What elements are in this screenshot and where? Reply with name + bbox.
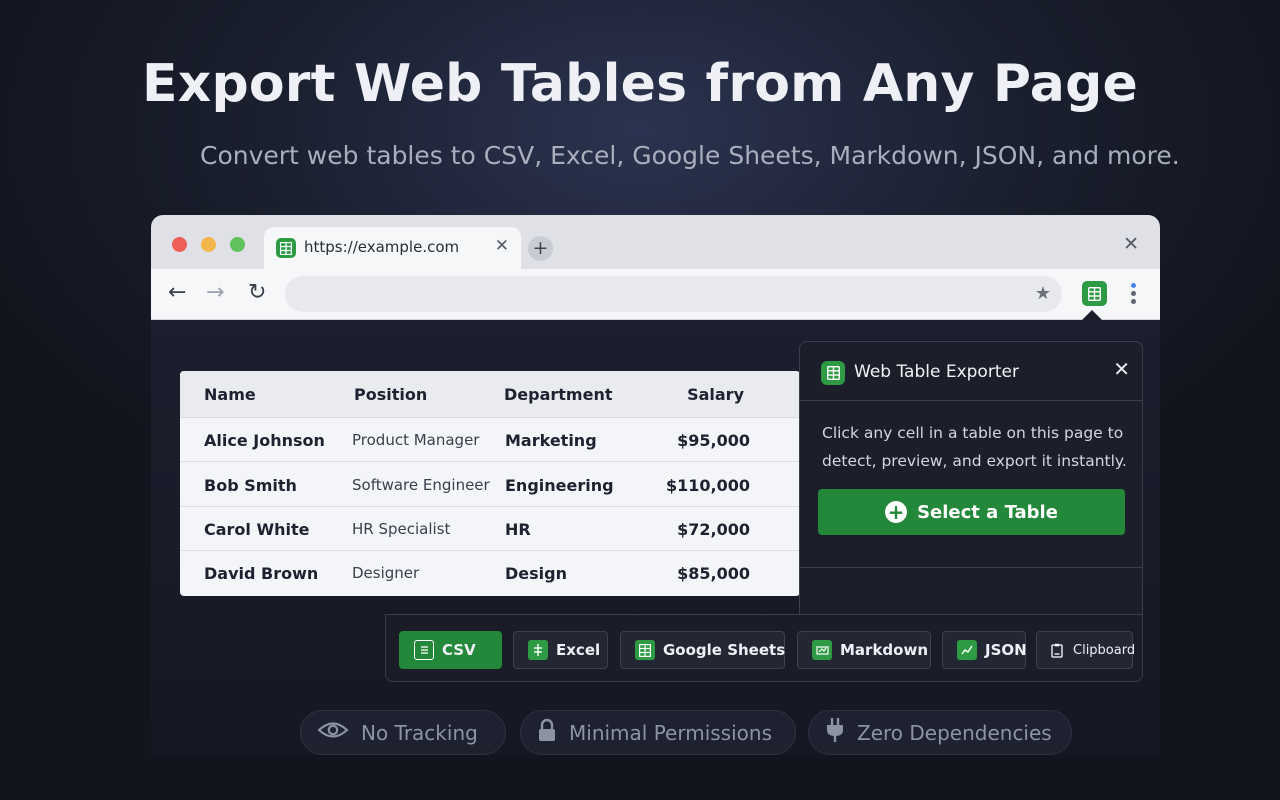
cell-position[interactable]: HR Specialist — [352, 520, 450, 538]
window-close-icon[interactable]: ✕ — [1123, 233, 1139, 255]
cell-name[interactable]: Bob Smith — [204, 476, 297, 495]
excel-label: Excel — [556, 641, 601, 659]
table-row: Carol White HR Specialist HR $72,000 — [180, 507, 800, 551]
popup-caret — [1080, 310, 1104, 322]
feature-pill-zero-dependencies: Zero Dependencies — [808, 710, 1072, 755]
csv-button[interactable]: CSV — [399, 631, 502, 669]
minimal-permissions-label: Minimal Permissions — [569, 720, 772, 745]
cell-department[interactable]: Engineering — [505, 476, 614, 495]
cell-department[interactable]: Design — [505, 564, 567, 583]
popup-description: Click any cell in a table on this page t… — [822, 424, 1127, 470]
table-row: Bob Smith Software Engineer Engineering … — [180, 463, 800, 507]
feature-pill-no-tracking: No Tracking — [300, 710, 506, 755]
cell-salary[interactable]: $85,000 — [677, 564, 750, 583]
clipboard-label: Clipboard — [1073, 642, 1136, 658]
popup-header: Web Table Exporter ✕ — [800, 342, 1142, 401]
google-sheets-button[interactable]: Google Sheets — [620, 631, 785, 669]
browser-tab[interactable]: https://example.com ✕ — [264, 227, 521, 269]
json-button[interactable]: JSON — [942, 631, 1027, 669]
cell-salary[interactable]: $72,000 — [677, 520, 750, 539]
cell-position[interactable]: Software Engineer — [352, 476, 490, 494]
extension-table-icon[interactable] — [1082, 281, 1107, 306]
plus-circle-icon: + — [885, 501, 908, 523]
markdown-button[interactable]: Markdown — [797, 631, 931, 669]
hero-subtitle: Convert web tables to CSV, Excel, Google… — [200, 141, 1180, 170]
tab-close-icon[interactable]: ✕ — [495, 236, 509, 256]
extension-popup: Web Table Exporter ✕ Click any cell in a… — [799, 341, 1143, 616]
cell-salary[interactable]: $95,000 — [677, 431, 750, 450]
hero-title: Export Web Tables from Any Page — [142, 54, 1138, 114]
back-icon[interactable]: ← — [168, 280, 186, 305]
document-icon — [414, 640, 434, 660]
json-icon — [957, 640, 977, 660]
header-position[interactable]: Position — [354, 385, 427, 404]
popup-close-icon[interactable]: ✕ — [1113, 357, 1130, 381]
header-name[interactable]: Name — [204, 385, 256, 404]
new-tab-button[interactable]: + — [528, 236, 553, 261]
eye-icon — [317, 720, 349, 745]
google-sheets-label: Google Sheets — [663, 641, 786, 659]
markdown-label: Markdown — [840, 641, 929, 659]
table-favicon-icon — [276, 238, 296, 258]
select-table-button[interactable]: + Select a Table — [818, 489, 1125, 535]
cell-name[interactable]: David Brown — [204, 564, 318, 583]
maximize-window-dot[interactable] — [230, 237, 245, 252]
table-row: Alice Johnson Product Manager Marketing … — [180, 418, 800, 462]
table-row: David Brown Designer Design $85,000 — [180, 551, 800, 595]
browser-toolbar: ← → ↻ ★ — [151, 269, 1160, 320]
zero-dependencies-label: Zero Dependencies — [857, 720, 1052, 745]
excel-button[interactable]: Excel — [513, 631, 608, 669]
markdown-icon — [812, 640, 832, 660]
minimize-window-dot[interactable] — [201, 237, 216, 252]
table-logo-icon — [821, 361, 845, 385]
lock-icon — [537, 718, 557, 747]
cell-department[interactable]: HR — [505, 520, 531, 539]
header-salary[interactable]: Salary — [687, 385, 744, 404]
tab-bar: https://example.com ✕ + ✕ — [151, 215, 1160, 269]
cell-department[interactable]: Marketing — [505, 431, 597, 450]
export-format-bar: CSV Excel Google Sheets Markdown JSON Cl… — [385, 614, 1143, 682]
select-table-label: Select a Table — [917, 501, 1058, 523]
no-tracking-label: No Tracking — [361, 720, 478, 745]
table-header-row: Name Position Department Salary — [180, 371, 800, 418]
cell-position[interactable]: Product Manager — [352, 431, 479, 449]
cell-salary[interactable]: $110,000 — [666, 476, 750, 495]
clipboard-icon — [1047, 640, 1067, 660]
reload-icon[interactable]: ↻ — [248, 280, 266, 305]
popup-divider — [800, 567, 1142, 568]
sheets-icon — [635, 640, 655, 660]
cell-name[interactable]: Alice Johnson — [204, 431, 325, 450]
employee-table: Name Position Department Salary Alice Jo… — [180, 371, 800, 596]
plug-icon — [825, 717, 845, 748]
cell-position[interactable]: Designer — [352, 564, 419, 582]
address-bar[interactable]: ★ — [285, 276, 1062, 312]
browser-menu-icon[interactable] — [1131, 283, 1137, 307]
json-label: JSON — [985, 641, 1027, 659]
csv-label: CSV — [442, 641, 476, 659]
bookmark-star-icon[interactable]: ★ — [1035, 283, 1051, 304]
popup-title: Web Table Exporter — [854, 362, 1019, 382]
cell-name[interactable]: Carol White — [204, 520, 310, 539]
header-department[interactable]: Department — [504, 385, 612, 404]
excel-icon — [528, 640, 548, 660]
tab-title: https://example.com — [304, 238, 460, 256]
clipboard-button[interactable]: Clipboard — [1036, 631, 1136, 669]
close-window-dot[interactable] — [172, 237, 187, 252]
forward-icon[interactable]: → — [206, 280, 224, 305]
feature-pill-minimal-permissions: Minimal Permissions — [520, 710, 796, 755]
